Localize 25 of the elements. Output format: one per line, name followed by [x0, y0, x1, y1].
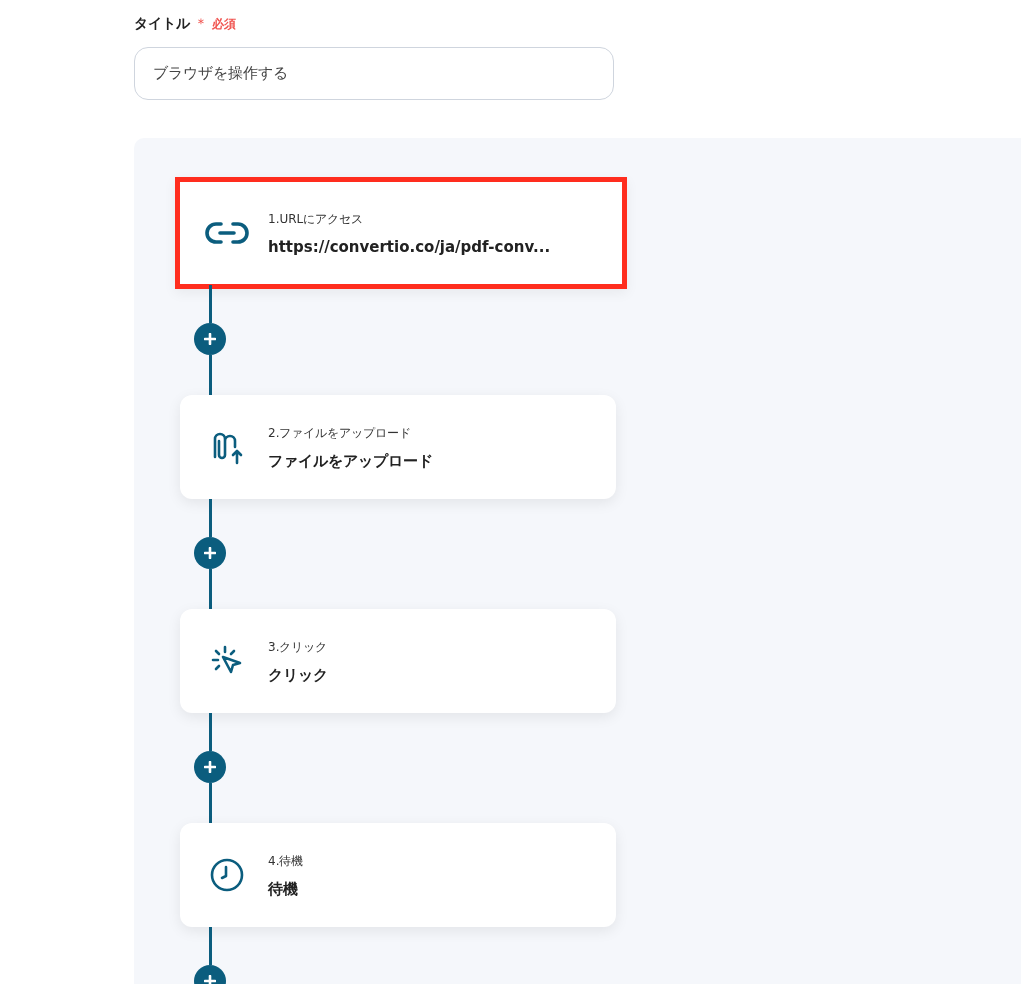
- step-card[interactable]: 4.待機 待機: [180, 823, 616, 927]
- plus-icon: [204, 547, 216, 559]
- step-label: 1.URLにアクセス: [268, 210, 365, 228]
- step-label: 4.待機: [268, 852, 304, 870]
- step-card[interactable]: 3.クリック クリック: [180, 609, 616, 713]
- add-step-button[interactable]: [194, 751, 226, 783]
- step-label: 2.ファイルをアップロード: [268, 424, 413, 442]
- plus-icon: [204, 975, 216, 984]
- add-step-button[interactable]: [194, 537, 226, 569]
- step-title: ファイルをアップロード: [268, 450, 433, 472]
- required-mark: ＊: [194, 14, 208, 33]
- step-card[interactable]: 2.ファイルをアップロード ファイルをアップロード: [180, 395, 616, 499]
- field-label: タイトル: [134, 14, 190, 33]
- plus-icon: [204, 333, 216, 345]
- title-input-field[interactable]: ブラウザを操作する: [134, 47, 614, 100]
- step-label: 3.クリック: [268, 638, 328, 656]
- plus-icon: [204, 761, 216, 773]
- required-text: 必須: [212, 15, 236, 33]
- step-title: https://convertio.co/ja/pdf-conv...: [268, 236, 551, 258]
- clock-icon: [209, 857, 245, 893]
- link-icon: [205, 220, 249, 246]
- add-step-button[interactable]: [194, 323, 226, 355]
- step-title: 待機: [268, 878, 299, 900]
- step-title: クリック: [268, 664, 328, 686]
- step-card[interactable]: 1.URLにアクセス https://convertio.co/ja/pdf-conv...: [175, 177, 627, 289]
